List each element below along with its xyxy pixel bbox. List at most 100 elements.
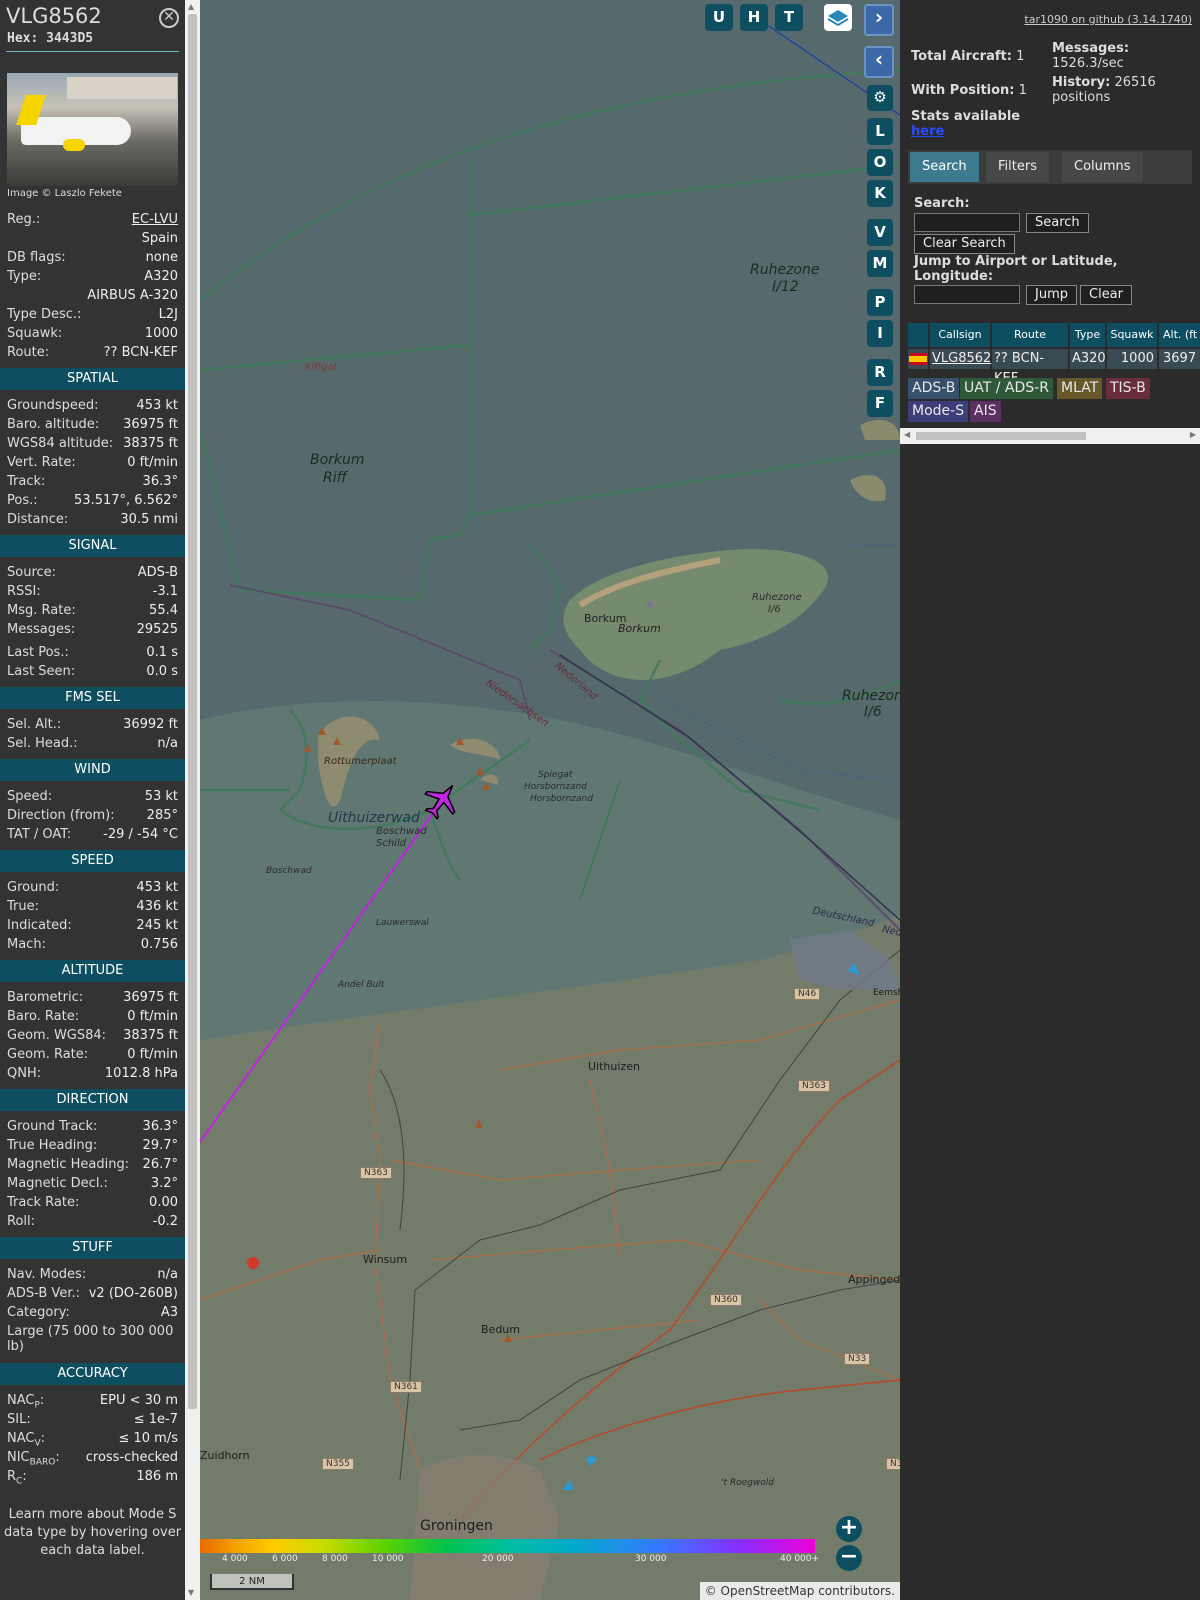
- clear-button[interactable]: Clear: [1080, 285, 1132, 305]
- toggle-k-button[interactable]: K: [867, 180, 893, 207]
- map-attribution: © OpenStreetMap contributors.: [699, 1582, 900, 1600]
- info-row-label: Nav. Modes:: [7, 1265, 86, 1284]
- info-scrollbar[interactable]: ▲ ▼: [185, 0, 200, 1600]
- toggle-o-button[interactable]: O: [867, 149, 893, 176]
- info-row-value: v2 (DO-260B): [88, 1286, 178, 1301]
- info-row-label: NACP:: [7, 1393, 45, 1411]
- table-cell-callsign[interactable]: VLG8562: [930, 349, 991, 369]
- map-view[interactable]: Riffgat Borkum Riff Ruhezone I/12 Ruhezo…: [200, 0, 900, 1600]
- info-row: Geom. Rate: 0 ft/min: [0, 1045, 185, 1064]
- table-header-route[interactable]: Route: [992, 323, 1068, 347]
- table-header-type[interactable]: Type: [1070, 323, 1105, 347]
- source-badge-uat: UAT / ADS-R: [960, 378, 1053, 399]
- info-row: Pos.: 53.517°, 6.562°: [0, 491, 185, 510]
- toggle-h-button[interactable]: H: [740, 4, 768, 31]
- info-row: Direction (from): 285°: [0, 806, 185, 825]
- info-row-label-text: QNH:: [7, 1066, 42, 1081]
- toggle-v-button[interactable]: V: [867, 219, 893, 246]
- info-row-label: SIL:: [7, 1410, 31, 1429]
- settings-button[interactable]: ⚙: [867, 85, 893, 111]
- scroll-up-icon[interactable]: ▲: [188, 2, 194, 11]
- github-link[interactable]: tar1090 on github (3.14.1740): [1024, 13, 1192, 26]
- info-row-label: ADS-B Ver.:: [7, 1284, 80, 1303]
- section-header: FMS SEL: [0, 687, 185, 709]
- toggle-f-button[interactable]: F: [867, 390, 893, 417]
- info-row-label: Large (75 000 to 300 000 lb): [7, 1324, 178, 1354]
- info-row: RSSI: -3.1: [0, 582, 185, 601]
- stats-link[interactable]: here: [911, 124, 944, 139]
- expand-right-button[interactable]: ›: [864, 4, 894, 36]
- info-row-value: 285°: [146, 808, 178, 823]
- info-row-label-text: Type Desc.:: [7, 307, 82, 322]
- altitude-tick: 4 000: [222, 1554, 248, 1564]
- info-row-label: Speed:: [7, 787, 52, 806]
- info-row-value: 1000: [144, 326, 178, 341]
- section-header: SPATIAL: [0, 368, 185, 390]
- search-input[interactable]: [914, 213, 1020, 232]
- close-icon[interactable]: ✕: [159, 8, 179, 28]
- info-row-value[interactable]: EC-LVU: [132, 210, 178, 229]
- info-row-value: 30.5 nmi: [120, 512, 178, 527]
- info-row: NACV: ≤ 10 m/s: [0, 1429, 185, 1449]
- info-row: Magnetic Heading: 26.7°: [0, 1155, 185, 1174]
- section-header: STUFF: [0, 1237, 185, 1259]
- toggle-l-button[interactable]: L: [867, 118, 893, 145]
- with-position: With Position: 1: [911, 83, 1027, 98]
- attribution-suffix: contributors.: [814, 1584, 895, 1598]
- collapse-left-button[interactable]: ‹: [864, 46, 894, 78]
- map-label-spiegat: Spiegat: [538, 770, 573, 780]
- info-row-value: 36.3°: [142, 1119, 178, 1134]
- info-row-label: Type:: [7, 267, 41, 286]
- clear-search-button[interactable]: Clear Search: [914, 234, 1015, 254]
- info-row: Baro. Rate: 0 ft/min: [0, 1007, 185, 1026]
- scroll-left-icon[interactable]: ◀: [904, 430, 910, 439]
- road-badge: N363: [798, 1080, 830, 1092]
- with-position-label: With Position:: [911, 83, 1015, 98]
- scroll-down-icon[interactable]: ▼: [188, 1588, 194, 1597]
- layers-button[interactable]: [824, 4, 852, 31]
- section-header: SIGNAL: [0, 535, 185, 557]
- scroll-right-icon[interactable]: ▶: [1190, 430, 1196, 439]
- scroll-thumb[interactable]: [188, 14, 197, 1409]
- hex-value: 3443D5: [46, 31, 94, 46]
- table-header-squawk[interactable]: Squawk: [1107, 323, 1157, 347]
- info-row-label-text: Route:: [7, 345, 50, 360]
- info-row-label: NACV:: [7, 1431, 46, 1449]
- info-row-label-text: Mach:: [7, 937, 46, 952]
- toggle-p-button[interactable]: P: [867, 289, 893, 316]
- image-credit: Image © Laszlo Fekete: [7, 188, 122, 199]
- source-badge-mlat: MLAT: [1057, 378, 1103, 399]
- table-header-callsign[interactable]: Callsign: [930, 323, 990, 347]
- aircraft-photo[interactable]: [7, 73, 178, 186]
- info-row-label: Ground:: [7, 878, 59, 897]
- table-row[interactable]: [908, 349, 928, 369]
- scroll-thumb[interactable]: [916, 432, 1086, 440]
- toggle-r-button[interactable]: R: [867, 359, 893, 386]
- info-row-label: Magnetic Decl.:: [7, 1174, 108, 1193]
- table-header-altitude[interactable]: Alt. (ft: [1159, 323, 1200, 347]
- search-button[interactable]: Search: [1026, 213, 1089, 233]
- info-row-value: 36992 ft: [123, 717, 178, 732]
- tab-filters[interactable]: Filters: [986, 152, 1049, 182]
- table-horizontal-scrollbar[interactable]: ◀ ▶: [900, 428, 1200, 444]
- info-row-value: 38375 ft: [123, 1028, 178, 1043]
- table-cell-type: A320: [1070, 349, 1106, 369]
- jump-button[interactable]: Jump: [1026, 285, 1077, 305]
- section-list: SPATIAL Groundspeed: 453 kt Baro. altitude:…: [0, 368, 185, 1487]
- info-row-label-text: R: [7, 1469, 17, 1484]
- info-row-label-text: True:: [7, 899, 39, 914]
- zoom-in-button[interactable]: +: [836, 1516, 862, 1542]
- info-row-label: Groundspeed:: [7, 396, 98, 415]
- toggle-i-button[interactable]: I: [867, 320, 893, 347]
- zoom-out-button[interactable]: −: [836, 1545, 862, 1571]
- map-label-borkum-riff-2: Riff: [323, 470, 347, 486]
- osm-link[interactable]: OpenStreetMap: [721, 1584, 815, 1598]
- info-row-label: Barometric:: [7, 988, 83, 1007]
- tab-search[interactable]: Search: [910, 152, 979, 182]
- footnote: Learn more about Mode S data type by hov…: [3, 1507, 182, 1558]
- tab-columns[interactable]: Columns: [1062, 152, 1143, 182]
- toggle-u-button[interactable]: U: [705, 4, 733, 31]
- jump-input[interactable]: [914, 285, 1020, 304]
- toggle-t-button[interactable]: T: [775, 4, 803, 31]
- toggle-m-button[interactable]: M: [867, 250, 893, 277]
